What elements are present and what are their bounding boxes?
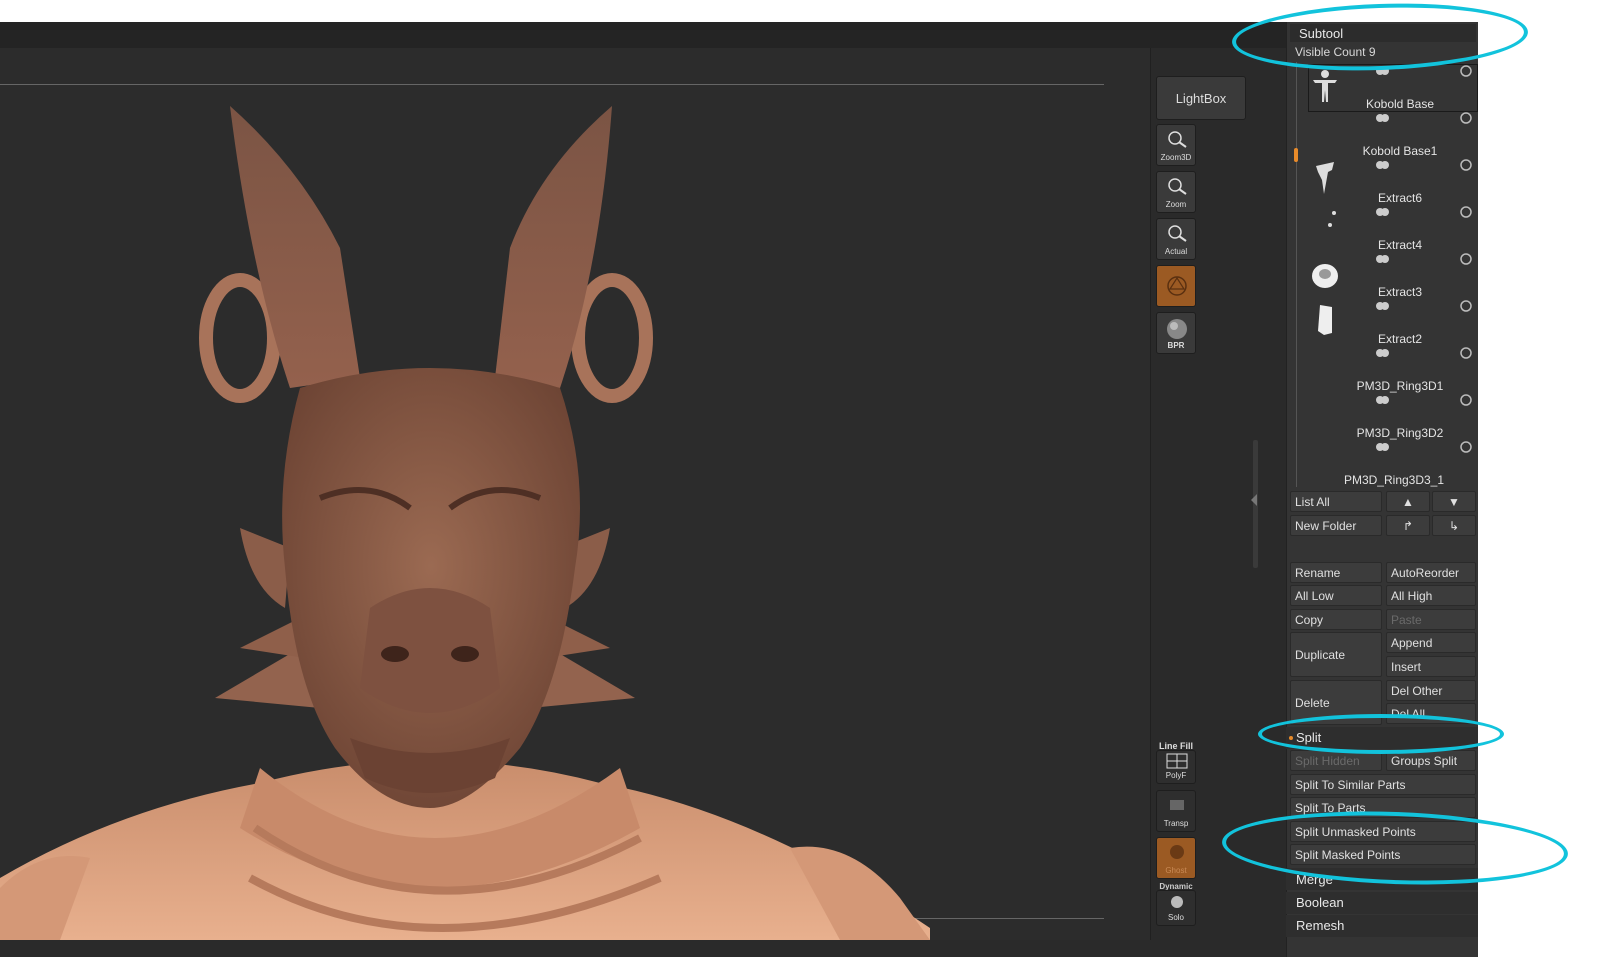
camera-orange-icon [1167, 276, 1187, 296]
ghost-icon [1170, 845, 1184, 859]
subtool-controls[interactable] [1358, 346, 1478, 359]
subtool-scroll-marker[interactable] [1294, 148, 1298, 162]
subtool-controls[interactable] [1358, 393, 1478, 406]
subtool-item-extract4[interactable]: Extract4 [1302, 205, 1478, 252]
solo-label: Solo [1167, 913, 1184, 922]
subtool-item-extract6[interactable]: Extract6 [1302, 158, 1478, 205]
rename-button[interactable]: Rename [1290, 562, 1382, 583]
move-up-button[interactable]: ▲ [1386, 491, 1430, 512]
move-out-folder-button[interactable]: ↳ [1432, 515, 1476, 536]
move-into-folder-button[interactable]: ↱ [1386, 515, 1430, 536]
subtool-controls[interactable] [1358, 158, 1478, 171]
del-other-button[interactable]: Del Other [1386, 680, 1476, 701]
subtool-controls[interactable] [1358, 205, 1478, 218]
zoom-icon [1168, 178, 1187, 195]
subtool-name: Kobold Base1 [1362, 144, 1438, 158]
subtool-name: Extract4 [1377, 238, 1422, 252]
subtool-controls[interactable] [1358, 299, 1478, 312]
arrow-right-down-icon: ↳ [1448, 519, 1460, 533]
collapse-arrow-icon[interactable] [1251, 494, 1257, 506]
subtool-controls[interactable] [1358, 440, 1478, 453]
split-similar-parts-button[interactable]: Split To Similar Parts [1290, 774, 1476, 795]
ghost-label: Ghost [1165, 866, 1187, 875]
insert-button[interactable]: Insert [1386, 656, 1476, 677]
actual-icon [1168, 225, 1187, 242]
subtool-item-pm3d-ring3d2[interactable]: PM3D_Ring3D2 [1302, 393, 1478, 440]
subtool-item-extract2[interactable]: Extract2 [1302, 299, 1478, 346]
subtool-name: PM3D_Ring3D1 [1356, 379, 1444, 393]
kobold-model-render [0, 106, 930, 940]
subtool-controls[interactable] [1358, 111, 1478, 124]
remesh-title: Remesh [1296, 918, 1345, 933]
subtool-item-kobold-base1[interactable]: Kobold Base1 [1302, 111, 1478, 158]
move-down-button[interactable]: ▼ [1432, 491, 1476, 512]
duplicate-button[interactable]: Duplicate [1290, 632, 1382, 677]
subtool-name: PM3D_Ring3D2 [1356, 426, 1444, 440]
lightbox-button[interactable]: LightBox [1156, 76, 1246, 120]
solo-icon [1171, 896, 1183, 908]
selected-subtool-frame [1308, 64, 1478, 112]
outside-area [1478, 22, 1598, 957]
autoreorder-button[interactable]: AutoReorder [1386, 562, 1476, 583]
subtool-item-extract3[interactable]: Extract3 [1302, 252, 1478, 299]
canvas-viewport[interactable] [0, 48, 1150, 940]
transparency-icon [1170, 800, 1184, 810]
subtool-name: PM3D_Ring3D3_1 [1343, 473, 1445, 487]
append-button[interactable]: Append [1386, 632, 1476, 653]
all-low-button[interactable]: All Low [1290, 585, 1382, 606]
perspective-button[interactable] [1156, 265, 1196, 307]
zoom-button[interactable]: Zoom [1156, 171, 1196, 213]
polyframe-icon [1166, 753, 1188, 769]
arrow-up-icon: ▲ [1402, 495, 1414, 509]
polyframe-label: PolyF [1165, 771, 1187, 780]
subtool-name: Extract6 [1377, 191, 1422, 205]
solo-button[interactable]: Solo [1156, 890, 1196, 926]
bpr-button[interactable]: BPR [1156, 312, 1196, 354]
transp-button[interactable]: Transp [1156, 790, 1196, 832]
boolean-title: Boolean [1296, 895, 1344, 910]
subtool-item-pm3d-ring3d3-1[interactable]: PM3D_Ring3D3_1 [1302, 440, 1478, 487]
polyframe-button[interactable]: PolyF [1156, 750, 1196, 784]
copy-button[interactable]: Copy [1290, 609, 1382, 630]
new-folder-button[interactable]: New Folder [1290, 515, 1382, 536]
actual-label: Actual [1164, 247, 1188, 256]
highlight-annotation-split [1258, 714, 1504, 754]
arrow-down-icon: ▼ [1448, 495, 1460, 509]
zoom-label: Zoom [1165, 200, 1187, 209]
top-toolbar [0, 22, 1290, 48]
actual-button[interactable]: Actual [1156, 218, 1196, 260]
all-high-button[interactable]: All High [1386, 585, 1476, 606]
ghost-button[interactable]: Ghost [1156, 837, 1196, 879]
subtool-list-line [1296, 62, 1297, 487]
subtool-controls[interactable] [1358, 252, 1478, 265]
zoom3d-label: Zoom3D [1160, 153, 1192, 162]
zoom3d-icon [1168, 131, 1187, 148]
paste-button[interactable]: Paste [1386, 609, 1476, 630]
zoom3d-button[interactable]: Zoom3D [1156, 124, 1196, 166]
subtool-name: Extract3 [1377, 285, 1422, 299]
bpr-label: BPR [1167, 341, 1185, 350]
list-all-button[interactable]: List All [1290, 491, 1382, 512]
arrow-right-up-icon: ↱ [1402, 519, 1414, 533]
transp-label: Transp [1163, 819, 1189, 828]
subtool-item-pm3d-ring3d1[interactable]: PM3D_Ring3D1 [1302, 346, 1478, 393]
bpr-sphere-icon [1167, 319, 1187, 339]
subtool-name: Extract2 [1377, 332, 1422, 346]
